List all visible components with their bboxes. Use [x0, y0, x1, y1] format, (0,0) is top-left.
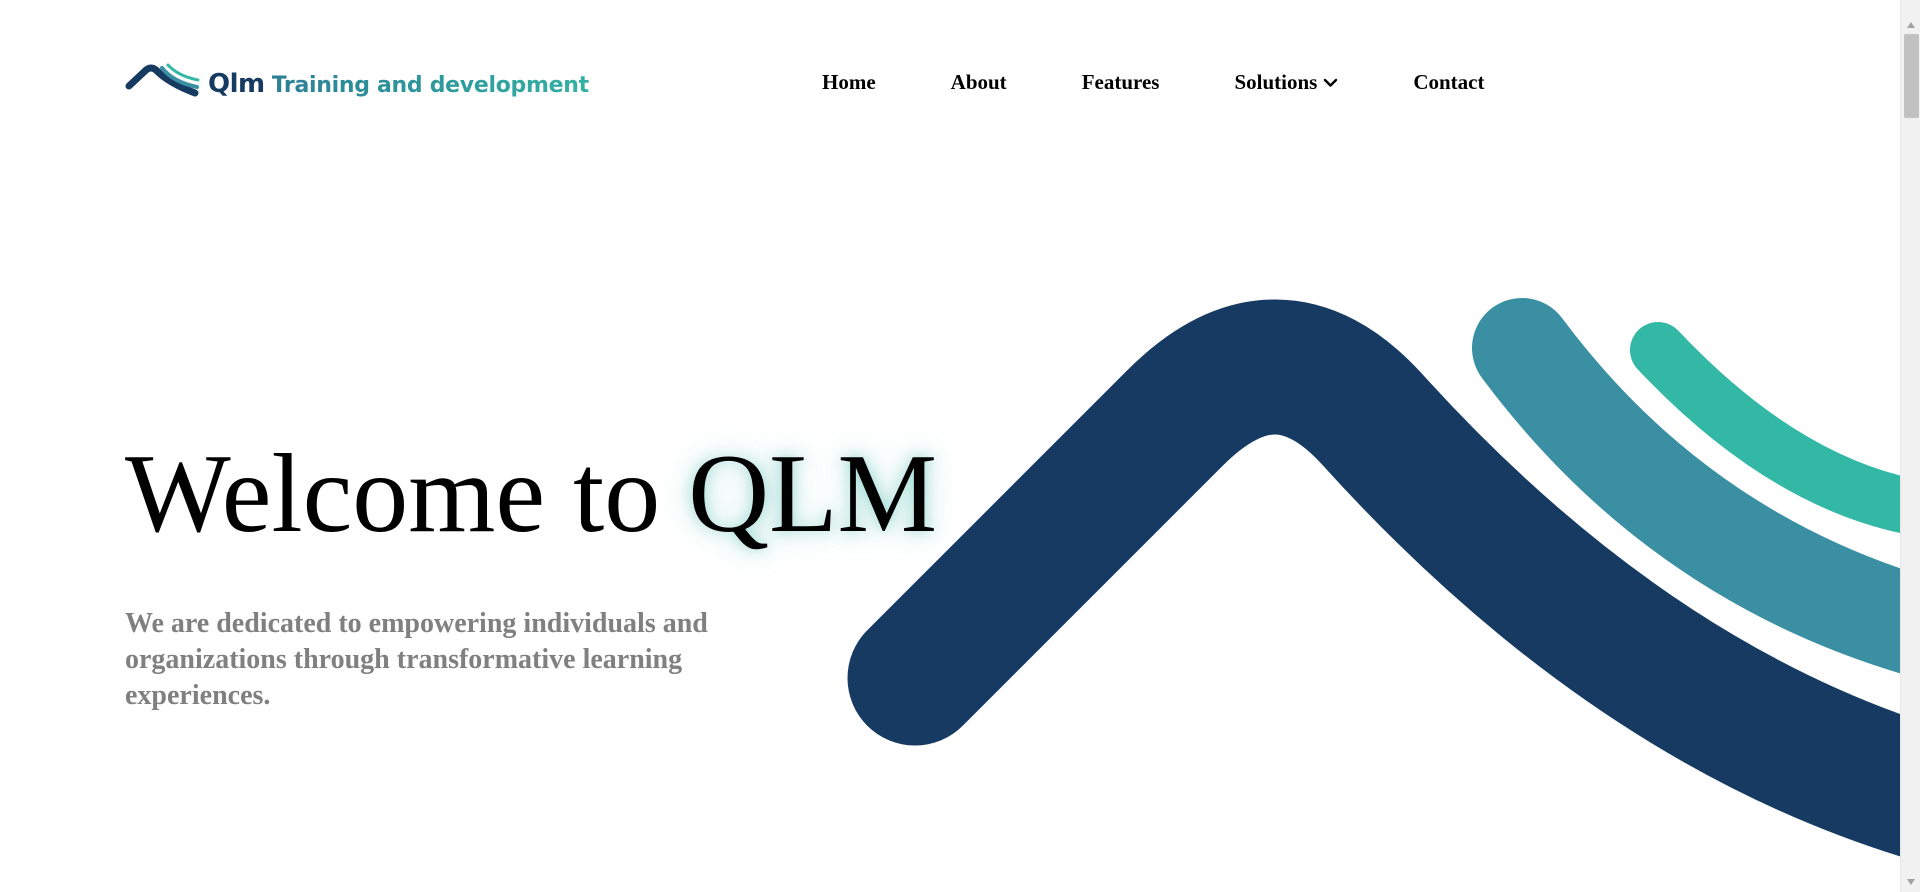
page-scrollbar[interactable] — [1900, 0, 1920, 892]
nav-solutions-dropdown[interactable]: Solutions — [1234, 70, 1338, 95]
nav-home[interactable]: Home — [822, 70, 876, 95]
hero-wave-mint — [1630, 322, 1900, 533]
mountain-waves-icon — [125, 63, 200, 97]
nav-contact-label: Contact — [1413, 70, 1485, 94]
nav-features[interactable]: Features — [1082, 70, 1160, 95]
chevron-down-icon — [1324, 78, 1338, 87]
scrollbar-thumb[interactable] — [1904, 34, 1919, 118]
main-navigation: Home About Features Solutions Contact — [822, 70, 1484, 95]
hero-title-prefix: Welcome to — [125, 432, 661, 556]
nav-home-label: Home — [822, 70, 876, 94]
hero-wave-navy — [847, 299, 1900, 857]
scroll-down-arrow-icon[interactable] — [1906, 878, 1916, 886]
logo-tagline: Training and development — [271, 73, 589, 98]
scroll-up-arrow-icon[interactable] — [1906, 21, 1916, 29]
logo-link[interactable]: Qlm Training and development — [125, 60, 589, 102]
hero-subtitle: We are dedicated to empowering individua… — [125, 608, 708, 711]
nav-about-label: About — [950, 70, 1007, 94]
nav-features-label: Features — [1081, 70, 1160, 94]
logo-text: Qlm Training and development — [208, 69, 589, 99]
hero-title: Welcome to QLM — [125, 438, 937, 550]
logo-brand-name: Qlm — [208, 69, 265, 99]
nav-about[interactable]: About — [951, 70, 1007, 95]
nav-contact[interactable]: Contact — [1413, 70, 1484, 95]
hero-title-highlight: QLM — [688, 432, 938, 556]
nav-solutions-label: Solutions — [1234, 70, 1318, 94]
hero-wave-teal — [1472, 298, 1900, 674]
